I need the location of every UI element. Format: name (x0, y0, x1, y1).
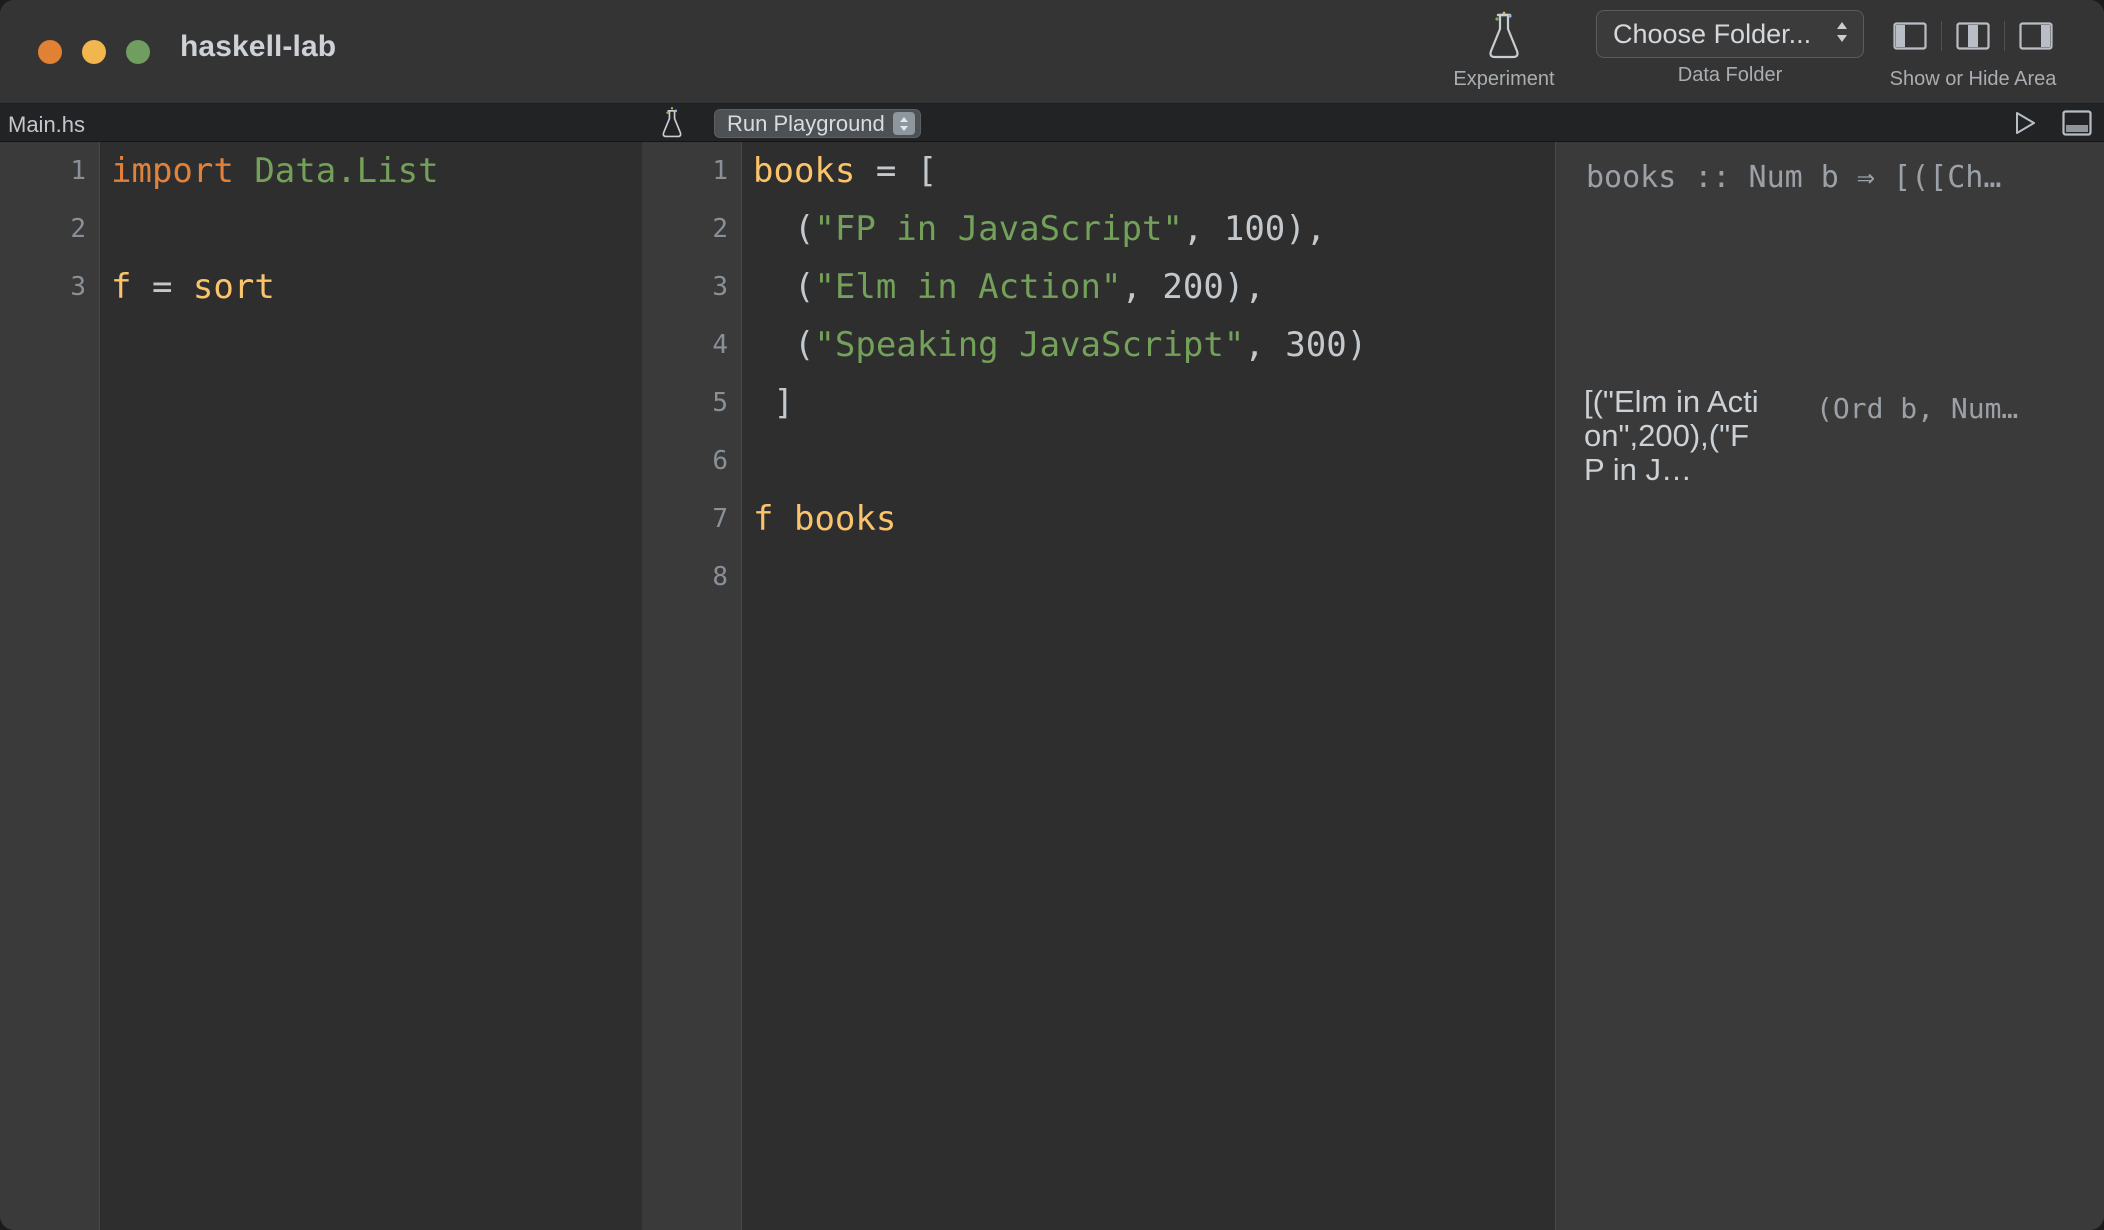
toggle-right-panel-button[interactable] (2005, 10, 2067, 62)
toolbar-group-experiment[interactable]: Experiment (1418, 10, 1590, 91)
line-number: 4 (712, 330, 728, 360)
code-line[interactable]: import Data.List (101, 142, 642, 200)
tab-bar-actions (2008, 106, 2094, 140)
run-mode-select[interactable]: Run Playground (714, 109, 921, 138)
code-line[interactable]: f = sort (101, 258, 642, 316)
toggle-bottom-panel-button[interactable] (2060, 106, 2094, 140)
code-token: 200 (1162, 267, 1224, 307)
chevron-up-down-icon (1833, 17, 1851, 52)
code-token: f (111, 267, 132, 307)
toolbar-label-show-hide: Show or Hide Area (1889, 68, 2057, 90)
zoom-button[interactable] (126, 40, 150, 64)
left-code-area[interactable]: import Data.List f = sort (101, 142, 642, 1230)
run-mode-value: Run Playground (727, 110, 885, 136)
line-number: 2 (712, 214, 728, 244)
left-editor-pane: 1 2 3 import Data.List f = sort (0, 142, 642, 1230)
code-token: ( (753, 325, 815, 365)
result-constraint: (Ord b, Num… (1816, 392, 2019, 425)
toolbar-group-show-hide: Show or Hide Area (1873, 10, 2073, 91)
code-line[interactable]: f books (743, 490, 1555, 548)
code-line[interactable] (743, 432, 1555, 490)
line-number: 8 (712, 562, 728, 592)
code-token: books (793, 499, 897, 539)
title-bar: haskell-lab Experiment Choose Folder... (0, 0, 2104, 104)
playground-editor-pane: 1 2 3 4 5 6 7 8 books = [ ("FP in JavaScript", … (642, 142, 1555, 1230)
code-token: ), (1223, 267, 1265, 307)
code-token: , (1121, 267, 1163, 307)
editor-panes: 1 2 3 import Data.List f = sort 1 2 3 4 5 6 7 8 b… (0, 142, 2104, 1230)
code-token: 300 (1285, 325, 1347, 365)
line-number: 7 (712, 504, 728, 534)
code-line[interactable]: books = [ (743, 142, 1555, 200)
code-token: f (753, 499, 774, 539)
code-token: = (131, 267, 193, 307)
code-token: , (1244, 325, 1286, 365)
code-token: "FP in JavaScript" (814, 209, 1183, 249)
code-token: ), (1285, 209, 1327, 249)
code-token: sort (192, 267, 275, 307)
traffic-lights (38, 40, 150, 64)
left-gutter: 1 2 3 (0, 142, 100, 1230)
flask-icon[interactable] (655, 106, 689, 140)
data-folder-select[interactable]: Choose Folder... (1596, 10, 1864, 58)
app-window: haskell-lab Experiment Choose Folder... (0, 0, 2104, 1230)
toolbar-label-data-folder: Data Folder (1677, 64, 1783, 86)
results-pane: books :: Num b ⇒ [([Ch… [("Elm in Action… (1555, 142, 2104, 1230)
tab-main-hs[interactable]: Main.hs (8, 112, 85, 138)
code-line[interactable]: ("Elm in Action", 200), (743, 258, 1555, 316)
line-number: 1 (70, 156, 86, 186)
code-line[interactable] (743, 548, 1555, 606)
result-type-signature: books :: Num b ⇒ [([Ch… (1586, 160, 2002, 195)
line-number: 5 (712, 388, 728, 418)
line-number: 6 (712, 446, 728, 476)
line-number: 2 (70, 214, 86, 244)
code-token: import (111, 151, 234, 191)
chevron-up-down-icon (892, 112, 915, 135)
result-value: [("Elm in Action",200),("FP in J… (1584, 384, 1759, 487)
toolbar-group-data-folder: Choose Folder... Data Folder (1594, 10, 1866, 87)
close-button[interactable] (38, 40, 62, 64)
toggle-center-panel-button[interactable] (1942, 10, 2004, 62)
line-number: 3 (70, 272, 86, 302)
code-token: ( (753, 267, 815, 307)
code-token: Data.List (254, 151, 439, 191)
playground-gutter: 1 2 3 4 5 6 7 8 (642, 142, 742, 1230)
code-token: "Speaking JavaScript" (814, 325, 1245, 365)
code-line[interactable]: ("Speaking JavaScript", 300) (743, 316, 1555, 374)
code-token: "Elm in Action" (814, 267, 1122, 307)
tab-bar: Main.hs Run Playground (0, 104, 2104, 142)
code-line[interactable] (101, 200, 642, 258)
panel-toggle-segmented-control (1879, 10, 2067, 62)
code-token: ] (753, 383, 794, 423)
playground-code-area[interactable]: books = [ ("FP in JavaScript", 100), ("E… (743, 142, 1555, 1230)
code-token: , (1182, 209, 1224, 249)
toggle-left-panel-button[interactable] (1879, 10, 1941, 62)
code-token: 100 (1223, 209, 1286, 249)
run-button[interactable] (2008, 106, 2042, 140)
code-line[interactable]: ("FP in JavaScript", 100), (743, 200, 1555, 258)
line-number: 3 (712, 272, 728, 302)
code-token: ( (753, 209, 815, 249)
minimize-button[interactable] (82, 40, 106, 64)
line-number: 1 (712, 156, 728, 186)
toolbar-label-experiment: Experiment (1453, 68, 1555, 90)
code-token: ) (1346, 325, 1368, 365)
code-line[interactable]: ] (743, 374, 1555, 432)
flask-icon[interactable] (1484, 10, 1524, 62)
code-token: books (753, 151, 856, 191)
code-token: = [ (855, 151, 938, 191)
window-title: haskell-lab (180, 30, 337, 63)
data-folder-value: Choose Folder... (1613, 18, 1812, 49)
